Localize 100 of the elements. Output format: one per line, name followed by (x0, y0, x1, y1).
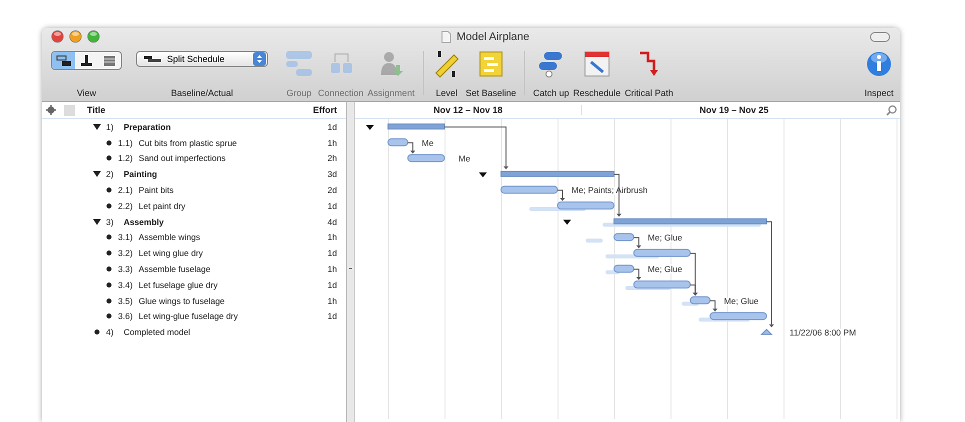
task-title[interactable]: Paint bits (138, 185, 328, 196)
task-title[interactable]: Assemble fuselage (138, 264, 328, 274)
toolbar-button[interactable]: Set Baseline (464, 45, 518, 101)
disclosure-triangle[interactable] (93, 170, 101, 178)
bullet-icon (105, 280, 113, 289)
task-bar[interactable] (500, 186, 558, 194)
info-icon (864, 49, 894, 79)
disclosure-triangle[interactable] (478, 172, 487, 178)
effort-value: 1d (328, 248, 338, 258)
task-number: 3.1) (118, 232, 133, 242)
bullet-icon (105, 138, 113, 147)
dependency-arrow (633, 268, 642, 280)
search-icon[interactable] (886, 104, 897, 116)
task-number: 3.6) (118, 311, 133, 322)
effort-value: 1d (328, 200, 338, 211)
view-segment[interactable] (52, 52, 75, 69)
window-title: Model Airplane (456, 30, 530, 42)
task-bar[interactable] (690, 296, 711, 304)
task-number: 3.3) (118, 264, 133, 274)
column-header[interactable]: Effort (313, 105, 338, 115)
group-icon (284, 49, 314, 79)
baseline-label: Baseline/Actual (170, 88, 234, 98)
bullet-icon (105, 249, 113, 258)
task-bar[interactable] (407, 154, 445, 162)
task-title[interactable]: Let paint dry (138, 200, 328, 211)
bullet-icon (93, 328, 101, 336)
document-icon (440, 30, 451, 42)
bullet-icon (105, 186, 113, 194)
gear-icon[interactable] (46, 105, 56, 115)
resource-label: Me; Glue (724, 296, 759, 306)
dependency-arrow (407, 142, 416, 154)
task-number: 2) (106, 169, 114, 180)
effort-value: 1h (328, 296, 338, 306)
task-title[interactable]: Assemble wings (138, 232, 328, 242)
disclosure-triangle[interactable] (93, 122, 101, 131)
week-header: Nov 19 – Nov 25 (698, 105, 770, 115)
task-number: 3.4) (118, 280, 133, 290)
effort-value: 3d (328, 169, 338, 180)
task-bar[interactable] (614, 264, 634, 273)
bullet-icon (105, 312, 113, 320)
toolbar-toggle-button[interactable] (870, 32, 890, 42)
task-number: 1.2) (118, 153, 133, 164)
task-title[interactable]: Cut bits from plastic sprue (138, 138, 328, 148)
toolbar-button[interactable]: Level (430, 45, 464, 101)
bullet-icon (105, 265, 113, 274)
zoom-button[interactable] (87, 30, 100, 43)
stepper-icon (253, 52, 266, 66)
task-bar[interactable] (388, 138, 408, 146)
dependency-arrow (710, 300, 718, 312)
task-bar[interactable] (633, 248, 691, 257)
effort-value: 1h (328, 232, 338, 242)
task-title[interactable]: Painting (124, 169, 328, 180)
task-number: 2.2) (118, 200, 133, 211)
bullet-icon (105, 154, 113, 162)
summary-bar[interactable] (614, 218, 768, 224)
disclosure-triangle[interactable] (366, 125, 374, 130)
task-number: 3) (106, 216, 114, 227)
column-header[interactable]: Title (87, 105, 306, 115)
milestone-date: 11/22/06 8:00 PM (790, 327, 856, 338)
task-number: 1.1) (118, 138, 133, 148)
task-title[interactable]: Assembly (124, 216, 328, 227)
toolbar-button[interactable]: Inspect (862, 45, 896, 101)
task-title[interactable]: Sand out imperfections (138, 153, 328, 164)
bullet-icon (105, 202, 113, 210)
minimize-button[interactable] (69, 30, 82, 43)
table-icon (101, 53, 118, 68)
milestone-marker[interactable] (760, 328, 773, 335)
toolbar-button[interactable]: Critical Path (622, 45, 676, 101)
summary-bar[interactable] (500, 170, 614, 177)
task-bar[interactable] (710, 312, 768, 320)
task-bar[interactable] (614, 233, 634, 242)
calendar-icon (582, 49, 612, 79)
effort-value: 1h (328, 264, 338, 274)
baseline-bar (586, 238, 603, 243)
toolbar-button[interactable]: Catch up (531, 45, 572, 101)
task-title[interactable]: Let wing-glue fuselage dry (138, 311, 328, 322)
task-bar[interactable] (557, 202, 614, 210)
resource-label: Me (458, 154, 470, 164)
effort-value: 1d (328, 280, 338, 290)
disclosure-triangle[interactable] (563, 220, 572, 225)
resource-label: Me; Glue (648, 232, 682, 243)
view-segmented-control[interactable] (51, 51, 122, 70)
dependency-arrow (633, 237, 642, 248)
checkbox-icon (64, 104, 75, 116)
close-button[interactable] (51, 30, 64, 43)
task-title[interactable]: Let wing glue dry (138, 248, 328, 258)
task-title[interactable]: Glue wings to fuselage (138, 296, 328, 306)
task-title[interactable]: Let fuselage glue dry (138, 280, 328, 290)
effort-value: 2d (328, 185, 338, 196)
task-title[interactable]: Preparation (124, 122, 328, 132)
effort-value: 1d (328, 311, 338, 322)
toolbar-button[interactable]: Reschedule (571, 45, 623, 101)
stamp-icon (78, 53, 95, 68)
bullet-icon (105, 233, 113, 242)
task-title[interactable]: Completed model (124, 327, 338, 338)
view-label: View (76, 88, 96, 98)
bars-icon (143, 54, 163, 64)
disclosure-triangle[interactable] (93, 218, 101, 226)
task-number: 1) (106, 122, 114, 132)
schedule-popup[interactable]: Split Schedule (136, 51, 268, 67)
